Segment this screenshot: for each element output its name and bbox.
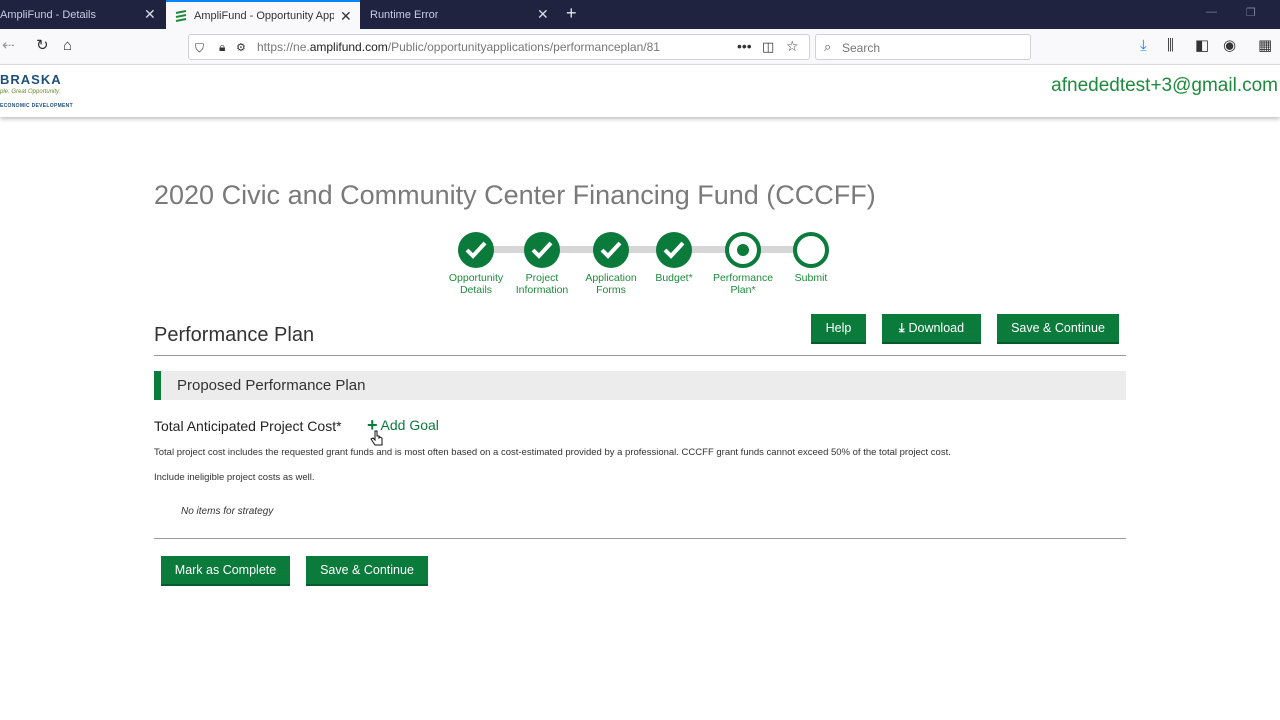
- current-step-icon: [725, 232, 761, 268]
- restore-icon[interactable]: ❐: [1246, 6, 1256, 19]
- more-actions-icon[interactable]: •••: [737, 38, 752, 54]
- step-label: Submit: [794, 272, 828, 284]
- help-button[interactable]: Help: [811, 314, 866, 344]
- tab-label: Runtime Error: [370, 8, 439, 21]
- page-title: 2020 Civic and Community Center Financin…: [154, 180, 876, 210]
- progress-stepper: Opportunity Details Project Information …: [440, 232, 840, 302]
- check-icon: [656, 232, 692, 268]
- help-text: Total project cost includes the requeste…: [154, 447, 951, 458]
- panel-title: Proposed Performance Plan: [177, 377, 366, 394]
- download-icon: ⤓: [898, 320, 905, 335]
- bookmark-star-icon[interactable]: ☆: [786, 38, 799, 54]
- reload-icon[interactable]: ↻: [36, 38, 49, 54]
- shield-icon[interactable]: ⛉: [195, 40, 204, 56]
- help-text-secondary: Include ineligible project costs as well…: [154, 472, 315, 483]
- check-icon: [593, 232, 629, 268]
- back-arrow-icon[interactable]: ⇠: [2, 38, 15, 54]
- field-label: Total Anticipated Project Cost*: [154, 418, 342, 434]
- section-divider: [154, 355, 1126, 356]
- add-goal-label: Add Goal: [380, 417, 439, 433]
- empty-state-text: No items for strategy: [181, 506, 274, 517]
- search-input[interactable]: ⌕ Search: [815, 34, 1031, 60]
- save-continue-top-button[interactable]: Save & Continue: [997, 314, 1119, 344]
- logo-subtitle: ECONOMIC DEVELOPMENT: [0, 103, 73, 109]
- step-label: Budget*: [655, 272, 693, 284]
- new-tab-plus-icon[interactable]: +: [566, 3, 577, 24]
- user-email[interactable]: afnededtest+3@gmail.com: [1051, 75, 1278, 97]
- pocket-icon[interactable]: ◫: [762, 39, 774, 55]
- tab-runtime-error[interactable]: Runtime Error ✕: [360, 0, 556, 29]
- close-icon[interactable]: ✕: [144, 6, 156, 23]
- extensions-icon[interactable]: ▦: [1258, 38, 1272, 54]
- download-button[interactable]: ⤓ Download: [882, 314, 981, 344]
- check-icon: [524, 232, 560, 268]
- save-continue-bottom-button[interactable]: Save & Continue: [306, 556, 428, 586]
- search-icon: ⌕: [824, 39, 832, 54]
- logo-wordmark: BRASKA: [0, 72, 62, 87]
- tab-opportunity-app[interactable]: AmpliFund - Opportunity App ✕: [166, 0, 360, 29]
- downloads-icon[interactable]: ⤓: [1140, 38, 1147, 54]
- site-header: BRASKA ple. Great Opportunity. ECONOMIC …: [0, 65, 1280, 117]
- download-label: Download: [908, 321, 965, 335]
- library-icon[interactable]: ⫼: [1167, 38, 1174, 54]
- browser-toolbar: ⇠ ↻ ⌂ ⛉ 🔒︎ ⚙ https://ne.amplifund.com/Pu…: [0, 29, 1280, 65]
- url-text: https://ne.amplifund.com/Public/opportun…: [257, 40, 660, 54]
- home-icon[interactable]: ⌂: [63, 38, 72, 54]
- sidebar-icon[interactable]: ◧: [1195, 38, 1209, 54]
- tab-amplifund-details[interactable]: AmpliFund - Details ✕: [0, 0, 166, 29]
- mark-complete-button[interactable]: Mark as Complete: [161, 556, 290, 586]
- panel-accent-bar: [154, 371, 161, 400]
- stepper-track: [470, 246, 815, 253]
- panel-divider: [154, 538, 1126, 539]
- section-title: Performance Plan: [154, 324, 315, 346]
- check-icon: [458, 232, 494, 268]
- panel-header: Proposed Performance Plan: [154, 371, 1126, 400]
- pending-step-icon: [793, 232, 829, 268]
- logo-tagline: ple. Great Opportunity.: [0, 89, 61, 95]
- close-icon[interactable]: ✕: [537, 6, 549, 23]
- tab-label: AmpliFund - Details: [0, 8, 96, 21]
- step-label: Project Information: [515, 272, 569, 296]
- account-icon[interactable]: ◉: [1223, 38, 1236, 54]
- url-bar[interactable]: ⛉ 🔒︎ ⚙ https://ne.amplifund.com/Public/o…: [188, 34, 810, 60]
- minimize-icon[interactable]: —: [1206, 6, 1217, 18]
- amplifund-favicon-icon: [174, 9, 188, 23]
- lock-icon[interactable]: 🔒︎: [219, 39, 225, 55]
- tab-label: AmpliFund - Opportunity App: [194, 9, 334, 22]
- permissions-icon[interactable]: ⚙: [236, 40, 246, 56]
- browser-tab-strip: AmpliFund - Details ✕ AmpliFund - Opport…: [0, 0, 1280, 29]
- hand-cursor-icon: [370, 430, 384, 453]
- close-icon[interactable]: ✕: [340, 8, 352, 25]
- search-placeholder: Search: [842, 41, 881, 55]
